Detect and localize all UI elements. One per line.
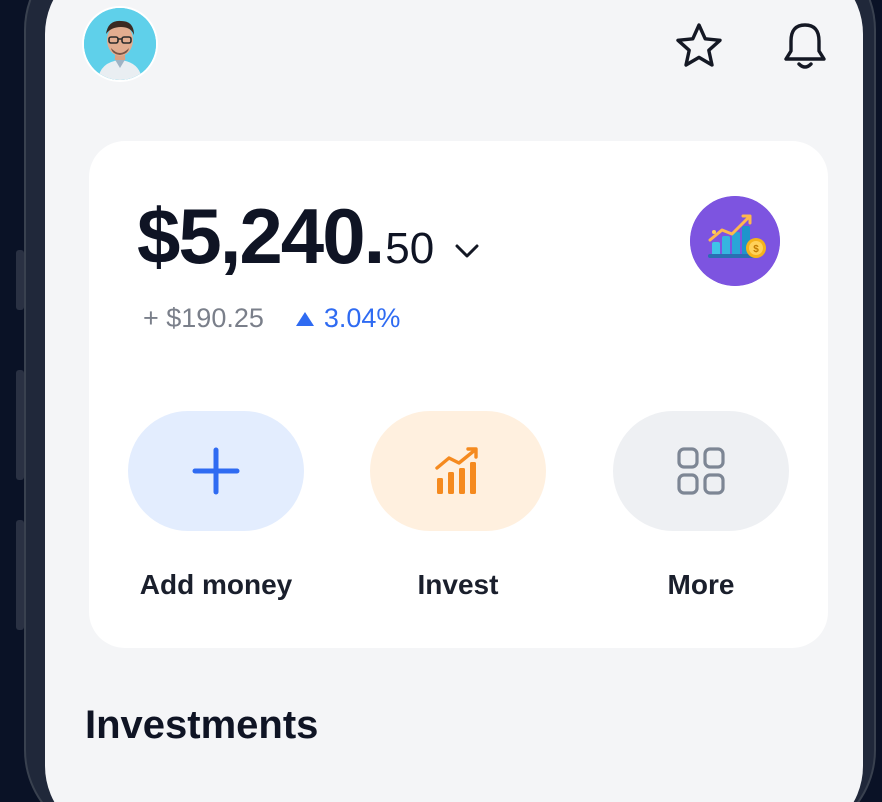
action-label: Add money xyxy=(139,569,293,600)
avatar-portrait-icon xyxy=(84,8,156,80)
add-money-button[interactable] xyxy=(128,411,304,531)
action-more[interactable]: More xyxy=(613,411,789,601)
balance-card: $5,240. 50 + $190.25 3.04% $ Add money I… xyxy=(89,141,828,648)
avatar[interactable] xyxy=(84,8,156,80)
invest-button[interactable] xyxy=(370,411,546,531)
action-label: Invest xyxy=(417,569,499,600)
phone-side-button xyxy=(16,520,24,630)
svg-text:$: $ xyxy=(753,244,759,255)
change-percent-container: 3.04% xyxy=(294,303,401,334)
balance-amount[interactable]: $5,240. 50 xyxy=(137,191,480,282)
app-stage: $5,240. 50 + $190.25 3.04% $ Add money I… xyxy=(0,0,882,802)
change-amount: + $190.25 xyxy=(143,303,264,333)
bell-icon xyxy=(784,23,826,69)
action-label: More xyxy=(667,569,735,600)
notifications-button[interactable] xyxy=(779,20,831,72)
balance-change: + $190.25 3.04% xyxy=(143,303,400,334)
phone-screen: $5,240. 50 + $190.25 3.04% $ Add money I… xyxy=(45,0,863,802)
action-invest[interactable]: Invest xyxy=(370,411,546,601)
trend-up-icon xyxy=(295,311,314,326)
growth-chart-coin-icon[interactable]: $ xyxy=(690,196,780,286)
phone-side-button xyxy=(16,250,24,310)
phone-side-button xyxy=(16,370,24,480)
more-button[interactable] xyxy=(613,411,789,531)
chevron-down-icon[interactable] xyxy=(454,243,480,264)
plus-icon xyxy=(192,447,240,495)
grid-icon xyxy=(677,447,725,495)
growth-bars-icon xyxy=(435,447,478,494)
favorites-button[interactable] xyxy=(673,20,725,72)
change-percent: 3.04% xyxy=(323,303,401,333)
balance-cents: 50 xyxy=(385,224,435,273)
star-icon xyxy=(676,23,722,67)
balance-whole: $5,240. xyxy=(137,192,385,280)
investments-section-title: Investments xyxy=(85,703,319,747)
action-add-money[interactable]: Add money xyxy=(128,411,304,601)
